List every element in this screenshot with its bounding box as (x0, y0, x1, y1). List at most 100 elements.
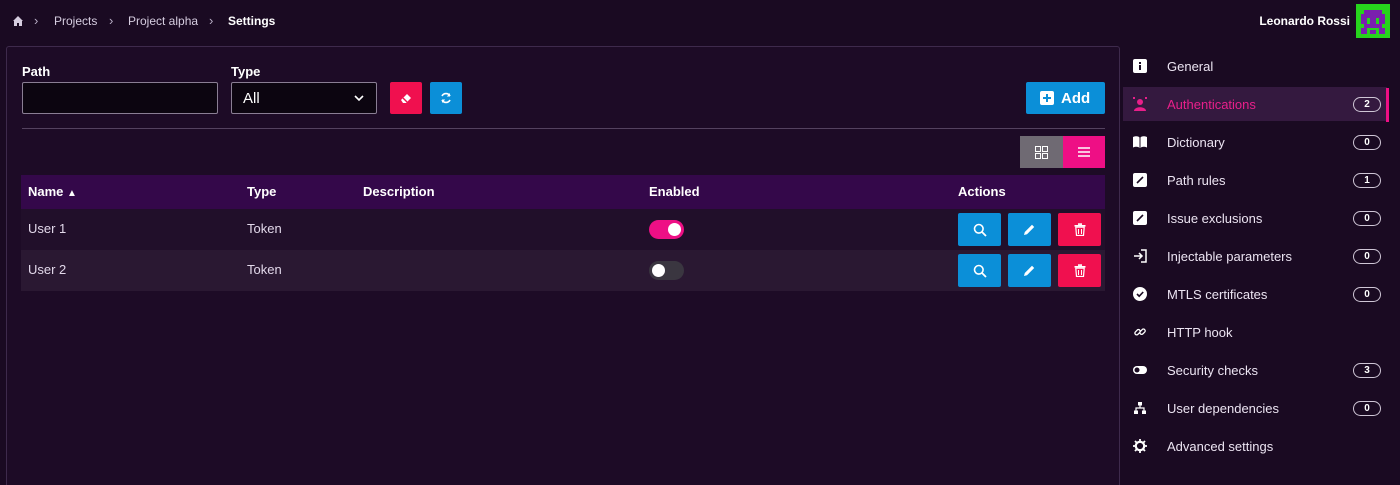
sidebar-item-label: General (1167, 59, 1214, 74)
refresh-button[interactable] (430, 82, 462, 114)
count-badge: 3 (1353, 363, 1381, 378)
toggle-knob (652, 264, 665, 277)
sidebar-item-general[interactable]: General (1123, 49, 1387, 83)
active-indicator (1386, 88, 1389, 122)
column-header-name[interactable]: Name ▲ (28, 184, 77, 199)
chevron-right-icon: › (34, 13, 39, 28)
sidebar-item-label: Injectable parameters (1167, 249, 1293, 264)
count-badge: 0 (1353, 135, 1381, 150)
column-header-name-label: Name (28, 184, 64, 199)
sidebar-item-advanced-settings[interactable]: Advanced settings (1123, 429, 1387, 463)
slash-box-icon (1133, 211, 1147, 225)
column-header-type: Type (247, 184, 277, 199)
sidebar-item-label: MTLS certificates (1167, 287, 1268, 302)
sidebar-item-label: Advanced settings (1167, 439, 1274, 454)
trash-icon (1074, 264, 1085, 277)
sidebar-item-http-hook[interactable]: HTTP hook (1123, 315, 1387, 349)
sidebar-item-label: Security checks (1167, 363, 1259, 378)
top-bar: › Projects › Project alpha › Settings Le… (0, 0, 1400, 44)
search-icon (973, 223, 987, 237)
sidebar-item-label: Authentications (1167, 97, 1256, 112)
count-badge: 0 (1353, 401, 1381, 416)
trash-icon (1074, 223, 1085, 236)
table-row: User 1 Token (21, 209, 1105, 250)
plus-square-icon (1040, 91, 1054, 105)
settings-sidebar: General Authentications 2 Dictionary 0 P… (1120, 46, 1400, 485)
sidebar-item-injectable-parameters[interactable]: Injectable parameters 0 (1123, 239, 1387, 273)
sidebar-item-user-dependencies[interactable]: User dependencies 0 (1123, 391, 1387, 425)
enabled-toggle[interactable] (649, 261, 684, 280)
breadcrumb-projects[interactable]: Projects (54, 14, 97, 28)
column-header-enabled: Enabled (649, 184, 700, 199)
refresh-icon (441, 92, 451, 104)
authentications-table: Name ▲ Type Description Enabled Actions … (21, 175, 1105, 291)
edit-button[interactable] (1008, 254, 1051, 287)
list-icon (1078, 147, 1090, 157)
toggle-knob (668, 223, 681, 236)
add-button[interactable]: Add (1026, 82, 1105, 114)
table-row: User 2 Token (21, 250, 1105, 291)
view-button[interactable] (958, 213, 1001, 246)
type-select-value: All (243, 90, 260, 107)
sidebar-item-security-checks[interactable]: Security checks 3 (1123, 353, 1387, 387)
sidebar-item-path-rules[interactable]: Path rules 1 (1123, 163, 1387, 197)
link-icon (1134, 328, 1146, 336)
sign-in-icon (1134, 249, 1147, 263)
breadcrumb-project[interactable]: Project alpha (128, 14, 198, 28)
chevron-right-icon: › (109, 13, 114, 28)
info-icon (1133, 59, 1147, 73)
sidebar-item-mtls-certificates[interactable]: MTLS certificates 0 (1123, 277, 1387, 311)
pencil-icon (1024, 224, 1035, 235)
pencil-icon (1024, 265, 1035, 276)
view-button[interactable] (958, 254, 1001, 287)
path-label: Path (22, 64, 51, 79)
cell-type: Token (247, 221, 282, 236)
type-label: Type (231, 64, 261, 79)
count-badge: 0 (1353, 249, 1381, 264)
chevron-down-icon (354, 95, 364, 102)
sort-asc-icon: ▲ (67, 188, 77, 199)
sidebar-item-label: Issue exclusions (1167, 211, 1263, 226)
home-icon[interactable] (12, 15, 24, 27)
toggle-icon (1133, 366, 1147, 374)
list-view-button[interactable] (1063, 136, 1105, 168)
user-name[interactable]: Leonardo Rossi (1259, 14, 1350, 28)
enabled-toggle[interactable] (649, 220, 684, 239)
sidebar-item-issue-exclusions[interactable]: Issue exclusions 0 (1123, 201, 1387, 235)
path-input[interactable] (22, 82, 218, 114)
breadcrumb-current: Settings (228, 14, 276, 28)
count-badge: 1 (1353, 173, 1381, 188)
grid-icon (1035, 145, 1048, 159)
type-select[interactable]: All (231, 82, 377, 114)
count-badge: 0 (1353, 211, 1381, 226)
main-panel: Path Type All Add Name ▲ Type Descriptio… (6, 46, 1120, 485)
count-badge: 2 (1353, 97, 1381, 112)
sidebar-item-label: User dependencies (1167, 401, 1280, 416)
cell-type: Token (247, 262, 282, 277)
sidebar-item-label: HTTP hook (1167, 325, 1233, 340)
add-button-label: Add (1061, 89, 1091, 107)
book-icon (1133, 136, 1147, 148)
column-header-actions: Actions (958, 184, 1006, 199)
sidebar-item-authentications[interactable]: Authentications 2 (1123, 87, 1387, 121)
eraser-icon (401, 94, 411, 103)
delete-button[interactable] (1058, 254, 1101, 287)
avatar[interactable] (1356, 4, 1390, 38)
search-icon (973, 264, 987, 278)
sidebar-item-dictionary[interactable]: Dictionary 0 (1123, 125, 1387, 159)
slash-box-icon (1133, 173, 1147, 187)
chevron-right-icon: › (209, 13, 214, 28)
avatar-pixel-art (1356, 4, 1390, 38)
user-badge-icon (1133, 97, 1147, 111)
delete-button[interactable] (1058, 213, 1101, 246)
divider (22, 128, 1105, 129)
edit-button[interactable] (1008, 213, 1051, 246)
cell-name: User 2 (28, 262, 67, 277)
cell-name: User 1 (28, 221, 67, 236)
table-header: Name ▲ Type Description Enabled Actions (21, 175, 1105, 209)
grid-view-button[interactable] (1020, 136, 1063, 168)
column-header-description: Description (363, 184, 435, 199)
clear-filters-button[interactable] (390, 82, 422, 114)
sitemap-icon (1134, 402, 1146, 414)
count-badge: 0 (1353, 287, 1381, 302)
